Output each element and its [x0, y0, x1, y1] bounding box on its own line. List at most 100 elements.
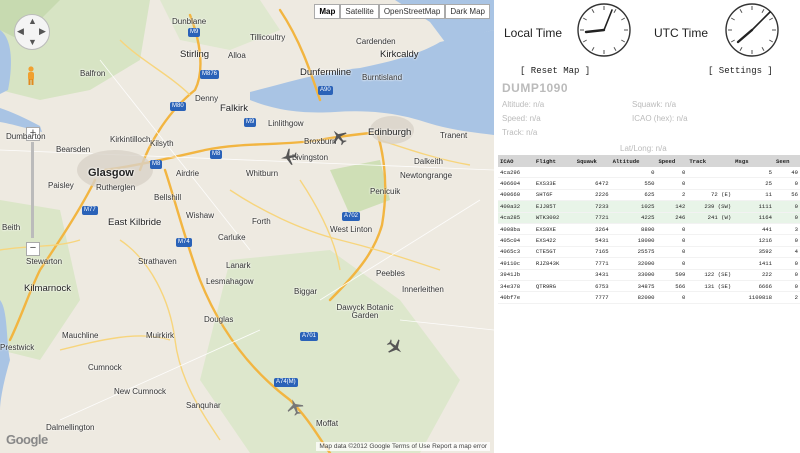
column-header[interactable]: Msgs: [733, 155, 775, 167]
table-row[interactable]: 400a32 EJJ85T 7233 1025 142 239 (SW) 1111 0: [498, 200, 800, 213]
place-label: Penicuik: [370, 187, 401, 196]
table-row[interactable]: 40bf7e 7777 82000 0 1109818 2: [498, 291, 800, 304]
column-header[interactable]: Flight: [533, 155, 575, 167]
table-cell: 0: [656, 257, 688, 270]
settings-button[interactable]: [ Settings ]: [708, 66, 773, 76]
table-cell: 1109818: [733, 291, 775, 304]
place-label: Airdrie: [176, 169, 200, 178]
table-row[interactable]: 4ca296 0 0 5 49: [498, 167, 800, 179]
column-header[interactable]: ICAO: [498, 155, 534, 167]
map-type-dark-button[interactable]: Dark Map: [445, 4, 490, 19]
column-header[interactable]: Speed: [656, 155, 688, 167]
pan-left-icon[interactable]: ◀: [17, 27, 24, 36]
table-row[interactable]: 34e378 QTR9RG 6753 34875 566 131 (SE) 6666 0: [498, 280, 800, 293]
column-header[interactable]: Seen: [774, 155, 800, 167]
pan-right-icon[interactable]: ▶: [39, 27, 46, 36]
table-cell: 0: [774, 200, 800, 213]
table-cell: 1216: [733, 234, 775, 247]
place-label: Cardenden: [356, 37, 396, 46]
table-cell: 8800: [610, 223, 657, 236]
table-row[interactable]: 4ca285 WTK3002 7721 4225 246 241 (W) 1164 0: [498, 212, 800, 224]
column-header[interactable]: Track: [687, 155, 734, 167]
pegman-icon[interactable]: [26, 66, 36, 86]
map-attribution[interactable]: Map data ©2012 Google Terms of Use Repor…: [316, 442, 490, 451]
table-cell: 56: [774, 189, 800, 202]
place-label: Dunfermline: [300, 67, 352, 78]
place-label: Stewarton: [26, 257, 63, 266]
column-header[interactable]: Altitude: [610, 155, 657, 167]
table-cell: 2226: [574, 189, 611, 202]
place-label: Bellshill: [154, 193, 182, 202]
road-badge: A90: [318, 86, 333, 95]
table-cell: SHT6F: [533, 189, 575, 202]
place-label: Rutherglen: [96, 183, 136, 192]
zoom-slider[interactable]: [31, 142, 34, 238]
table-row[interactable]: 3941Jb 3431 33000 599 122 (SE) 222 0: [498, 269, 800, 281]
place-label: Mauchline: [62, 331, 99, 340]
road-badge: M8: [210, 150, 223, 159]
place-label: Strathaven: [138, 257, 177, 266]
pan-up-icon[interactable]: ▲: [28, 17, 37, 26]
road-badge: M77: [82, 206, 98, 215]
map-type-selector: Map Satellite OpenStreetMap Dark Map: [314, 4, 490, 19]
table-cell: 142: [656, 200, 688, 213]
local-time-label: Local Time: [504, 26, 563, 40]
table-cell: [687, 257, 734, 270]
map-view[interactable]: Map Satellite OpenStreetMap Dark Map ▲ ▼…: [0, 0, 494, 453]
table-cell: [687, 246, 734, 259]
table-cell: 1411: [733, 257, 775, 270]
aircraft-table-body: 4ca296 0 0 5 49 406604 EXS33E 6472 550 0 25 0 400660…: [498, 167, 800, 304]
table-cell: 625: [610, 189, 657, 202]
reset-map-button[interactable]: [ Reset Map ]: [520, 66, 590, 76]
pan-down-icon[interactable]: ▼: [28, 38, 37, 47]
speed-readout: Speed: n/a: [502, 114, 541, 123]
place-label: Newtongrange: [400, 171, 453, 180]
aircraft-marker[interactable]: [279, 147, 300, 168]
place-label: New Cumnock: [114, 387, 167, 396]
place-label: Lanark: [226, 261, 251, 270]
place-label: Kirkintilloch: [110, 135, 151, 144]
place-label: Forth: [252, 217, 271, 226]
road-badge: M9: [244, 118, 257, 127]
table-cell: 3: [774, 223, 800, 236]
table-row[interactable]: 49110c RJZ843K 7771 32000 0 1411 0: [498, 257, 800, 270]
place-label: Kilsyth: [150, 139, 174, 148]
place-label: Innerleithen: [402, 285, 444, 294]
map-type-map-button[interactable]: Map: [314, 4, 341, 19]
table-cell: 1025: [610, 200, 657, 213]
table-row[interactable]: 406604 EXS33E 6472 550 0 25 0: [498, 177, 800, 190]
column-header[interactable]: Squawk: [574, 155, 611, 167]
place-label: Bearsden: [56, 145, 91, 154]
table-row[interactable]: 4065c3 CTE5GT 7165 25575 0 3592 4: [498, 246, 800, 259]
table-cell: [574, 167, 611, 179]
place-label: Kirkcaldy: [380, 49, 419, 60]
table-cell: 18000: [610, 234, 657, 247]
pan-control[interactable]: ▲ ▼ ◀ ▶: [14, 14, 50, 50]
utc-clock-icon: [725, 3, 779, 57]
road-badge: M8: [150, 160, 163, 169]
table-row[interactable]: 400660 SHT6F 2226 625 2 72 (E) 11 56: [498, 189, 800, 202]
table-cell: 3592: [733, 246, 775, 259]
place-label: Paisley: [48, 181, 74, 190]
table-cell: EJJ85T: [533, 200, 575, 213]
table-cell: 7771: [574, 257, 611, 270]
table-cell: 0: [656, 291, 688, 304]
table-cell: [687, 177, 734, 190]
local-clock-icon: [577, 3, 631, 57]
table-cell: 7165: [574, 246, 611, 259]
table-cell: [687, 234, 734, 247]
place-label: Moffat: [316, 419, 339, 428]
place-label: Edinburgh: [368, 127, 412, 138]
map-type-osm-button[interactable]: OpenStreetMap: [378, 4, 446, 19]
table-cell: 4: [774, 246, 800, 259]
squawk-readout: Squawk: n/a: [632, 100, 677, 109]
zoom-out-button[interactable]: −: [26, 242, 40, 256]
table-row[interactable]: 4008ba EXS9XE 3264 8800 0 441 3: [498, 223, 800, 236]
table-cell: 4ca285: [498, 212, 534, 224]
place-label: Whitburn: [246, 169, 279, 178]
table-row[interactable]: 405c04 EXS422 5431 18000 0 1216 0: [498, 234, 800, 247]
table-cell: 33000: [610, 269, 657, 281]
table-cell: 4065c3: [498, 246, 534, 259]
table-cell: 3264: [574, 223, 611, 236]
map-type-satellite-button[interactable]: Satellite: [340, 4, 379, 19]
